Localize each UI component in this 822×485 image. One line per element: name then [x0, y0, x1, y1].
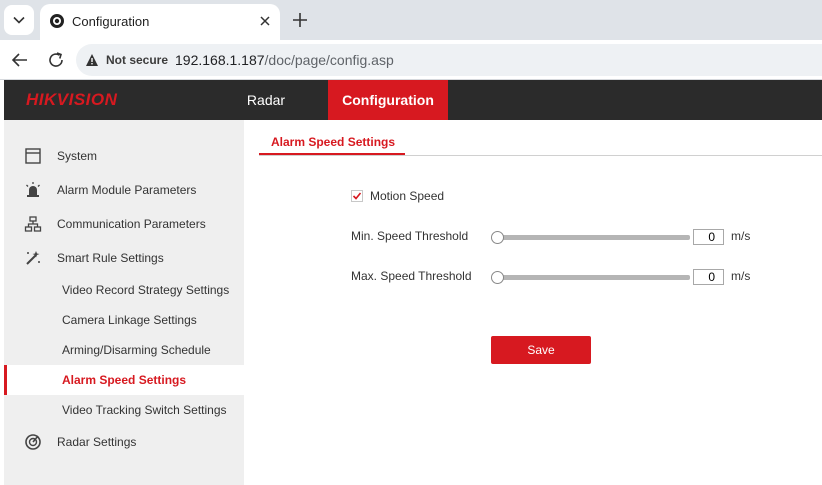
new-tab-plus-icon[interactable] — [290, 10, 310, 30]
warning-triangle-icon[interactable] — [85, 53, 99, 67]
url-host: 192.168.1.187 — [175, 52, 265, 68]
min-speed-slider[interactable] — [496, 235, 690, 240]
back-arrow-icon[interactable] — [10, 50, 30, 70]
sidebar-item-smart-rule[interactable]: Smart Rule Settings — [4, 243, 244, 273]
reload-icon[interactable] — [46, 50, 66, 70]
max-speed-label: Max. Speed Threshold — [351, 269, 472, 283]
min-speed-unit: m/s — [731, 229, 751, 243]
min-speed-input[interactable] — [693, 229, 724, 245]
sidebar-item-label: Smart Rule Settings — [57, 251, 164, 265]
tab-divider — [259, 155, 822, 156]
network-icon — [24, 216, 42, 232]
app-header: HIKVISION Radar Configuration — [4, 80, 822, 120]
sidebar-subitem-alarm-speed[interactable]: Alarm Speed Settings — [4, 365, 244, 395]
url-omnibox[interactable]: Not secure 192.168.1.187/doc/page/config… — [76, 44, 822, 76]
checkmark-icon — [352, 192, 362, 200]
not-secure-label[interactable]: Not secure — [106, 53, 168, 67]
tab-title: Configuration — [72, 14, 150, 29]
sidebar-subitem-camera-linkage[interactable]: Camera Linkage Settings — [4, 305, 244, 335]
max-speed-slider-thumb[interactable] — [491, 271, 504, 284]
sidebar-item-label: Communication Parameters — [57, 217, 206, 231]
alarm-siren-icon — [26, 182, 40, 197]
sidebar-item-radar-settings[interactable]: Radar Settings — [4, 427, 244, 457]
browser-tab-bar: Configuration — [0, 0, 822, 40]
sidebar-item-alarm-module[interactable]: Alarm Module Parameters — [4, 175, 244, 205]
sidebar-item-label: Arming/Disarming Schedule — [62, 343, 211, 357]
sidebar-item-label: Video Tracking Switch Settings — [62, 403, 227, 417]
sidebar: System Alarm Module Parameters Communica… — [4, 120, 244, 485]
tab-label: Alarm Speed Settings — [271, 135, 396, 149]
chevron-down-icon — [13, 16, 25, 24]
sidebar-item-label: System — [57, 149, 98, 163]
min-speed-slider-thumb[interactable] — [491, 231, 504, 244]
camera-favicon-icon — [50, 14, 64, 28]
radar-icon — [25, 434, 41, 450]
sidebar-item-label: Alarm Module Parameters — [57, 183, 197, 197]
motion-speed-label: Motion Speed — [370, 189, 445, 203]
sidebar-subitem-video-record-strategy[interactable]: Video Record Strategy Settings — [4, 275, 244, 305]
motion-speed-checkbox[interactable] — [351, 190, 363, 202]
close-icon[interactable] — [257, 13, 273, 29]
sidebar-item-label: Alarm Speed Settings — [62, 373, 187, 387]
hikvision-logo: HIKVISION — [26, 90, 118, 109]
sidebar-item-label: Video Record Strategy Settings — [62, 283, 230, 297]
save-button[interactable]: Save — [491, 336, 591, 364]
sidebar-subitem-video-tracking-switch[interactable]: Video Tracking Switch Settings — [4, 395, 244, 425]
sidebar-item-label: Camera Linkage Settings — [62, 313, 197, 327]
sidebar-item-system[interactable]: System — [4, 141, 244, 171]
sidebar-item-communication[interactable]: Communication Parameters — [4, 209, 244, 239]
system-window-icon — [25, 148, 41, 164]
tab-alarm-speed-settings[interactable]: Alarm Speed Settings — [259, 130, 405, 155]
sidebar-item-label: Radar Settings — [57, 435, 137, 449]
max-speed-unit: m/s — [731, 269, 751, 283]
sidebar-subitem-arming-schedule[interactable]: Arming/Disarming Schedule — [4, 335, 244, 365]
min-speed-label: Min. Speed Threshold — [351, 229, 469, 243]
nav-configuration[interactable]: Configuration — [328, 80, 448, 120]
tab-search-button[interactable] — [4, 5, 34, 35]
address-bar-row: Not secure 192.168.1.187/doc/page/config… — [0, 40, 822, 80]
url-path: /doc/page/config.asp — [264, 52, 394, 68]
url-text[interactable]: 192.168.1.187/doc/page/config.asp — [175, 52, 394, 68]
smart-rule-icon — [26, 251, 40, 265]
max-speed-input[interactable] — [693, 269, 724, 285]
nav-radar[interactable]: Radar — [226, 80, 306, 120]
max-speed-slider[interactable] — [496, 275, 690, 280]
browser-tab[interactable]: Configuration — [40, 4, 280, 40]
